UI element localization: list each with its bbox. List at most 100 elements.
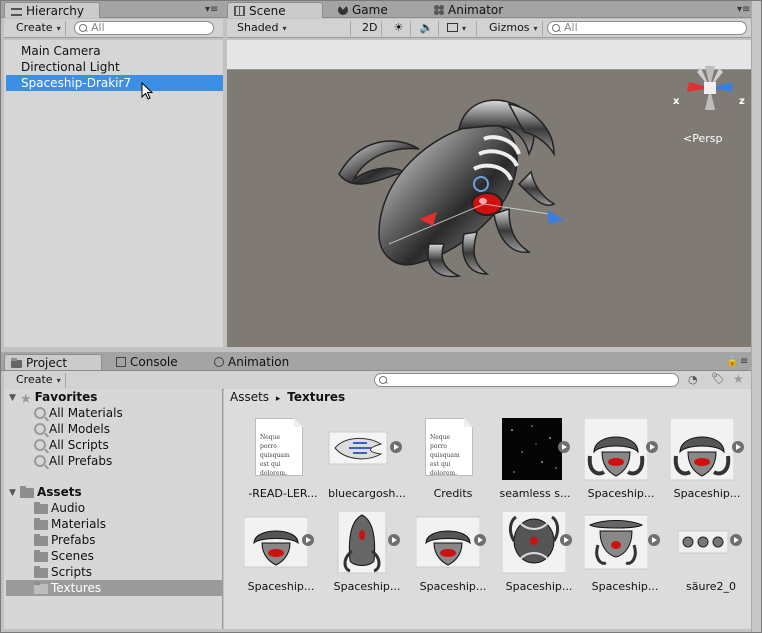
tab-console-label: Console (130, 355, 178, 369)
console-icon (116, 357, 126, 367)
play-preview-icon[interactable] (646, 441, 658, 453)
search-by-type-icon[interactable]: ◔ (688, 373, 698, 386)
tree-folder-materials[interactable]: Materials (34, 516, 106, 532)
hierarchy-toolbar: Create All (4, 19, 223, 38)
search-icon (34, 407, 46, 419)
expand-triangle-icon[interactable]: ▼ (9, 488, 16, 498)
play-preview-icon[interactable] (388, 534, 400, 546)
asset-item[interactable]: Spaceship... (494, 511, 574, 599)
tab-console[interactable]: Console (110, 354, 184, 370)
asset-label: Spaceship... (587, 487, 655, 500)
tab-animation[interactable]: Animation (208, 354, 295, 370)
list-icon (11, 8, 22, 16)
animator-icon (434, 5, 444, 15)
text-document-icon: Neque porro quisquam est qui dolorem. (255, 418, 303, 477)
breadcrumb-separator: ▸ (275, 394, 281, 404)
project-tabbar: Project Console Animation 🔒 ≡ (0, 352, 751, 371)
spaceship-round-texture-icon (502, 511, 566, 574)
asset-item[interactable]: Neque porro quisquam est qui dolorem. Cr… (408, 418, 488, 506)
tab-scene-label: Scene (249, 4, 286, 18)
starfield-texture-icon (502, 418, 562, 480)
folder-icon (11, 358, 22, 368)
asset-label: Spaceship... (505, 580, 573, 593)
tab-game[interactable]: Game (332, 2, 394, 18)
tab-scene[interactable]: Scene (227, 2, 323, 18)
play-preview-icon[interactable] (560, 534, 572, 546)
asset-label: seamless s... (499, 487, 571, 500)
tab-project[interactable]: Project (4, 354, 102, 370)
play-preview-icon[interactable] (474, 534, 486, 546)
asset-item[interactable]: Spaceship... (236, 511, 316, 599)
breadcrumb-assets[interactable]: Assets (230, 390, 269, 404)
spaceship-top-texture-icon (337, 511, 387, 574)
gizmo-x-label: x (673, 96, 680, 107)
2d-toggle-button[interactable]: 2D (358, 21, 383, 36)
tree-folder-scenes[interactable]: Scenes (34, 548, 94, 564)
play-preview-icon[interactable] (732, 441, 744, 453)
asset-item[interactable]: Spaceship... (322, 511, 402, 599)
tree-assets[interactable]: Assets (20, 484, 82, 500)
asset-item[interactable]: bluecargosh... (322, 418, 406, 506)
tab-animator[interactable]: Animator (428, 2, 509, 18)
project-create-button[interactable]: Create (12, 373, 66, 388)
tree-item-all-prefabs[interactable]: All Prefabs (34, 453, 112, 469)
asset-item[interactable]: Spaceship... (662, 418, 744, 506)
tree-folder-audio[interactable]: Audio (34, 500, 85, 516)
play-preview-icon[interactable] (730, 534, 742, 546)
asset-label: Spaceship... (673, 487, 741, 500)
effects-dropdown-icon[interactable] (443, 21, 477, 36)
play-preview-icon[interactable] (558, 441, 570, 453)
play-preview-icon[interactable] (648, 534, 660, 546)
lighting-toggle-icon[interactable]: ☀ (387, 21, 411, 36)
projection-toggle[interactable]: <Persp (683, 132, 722, 145)
asset-item[interactable]: Spaceship... (576, 418, 658, 506)
tree-favorites-label: Favorites (34, 390, 98, 404)
tree-folder-scripts[interactable]: Scripts (34, 564, 92, 580)
asset-label: -READ-LER... (248, 487, 318, 500)
asset-item[interactable]: säure2_0 (666, 511, 746, 599)
tree-folder-label: Scenes (51, 549, 94, 563)
audio-toggle-icon[interactable]: 🔈 (415, 21, 439, 36)
grid-icon (234, 6, 245, 16)
asset-label: bluecargosh... (328, 487, 406, 500)
tree-item-all-models[interactable]: All Models (34, 421, 110, 437)
play-preview-icon[interactable] (390, 441, 402, 453)
scene-search-input[interactable]: All (547, 21, 747, 35)
expand-triangle-icon[interactable]: ▼ (9, 393, 16, 403)
tree-item-all-scripts[interactable]: All Scripts (34, 437, 109, 453)
panel-menu-icon[interactable]: ▾≡ (737, 4, 750, 15)
tree-folder-textures-selected[interactable]: Textures (6, 580, 222, 596)
hierarchy-item[interactable]: Directional Light (6, 59, 223, 75)
spaceship-texture-icon (584, 418, 648, 481)
image-icon (447, 23, 458, 32)
tree-folder-prefabs[interactable]: Prefabs (34, 532, 96, 548)
window-scrollbar[interactable] (751, 0, 762, 633)
hierarchy-item[interactable]: Main Camera (6, 43, 223, 59)
tab-hierarchy[interactable]: Hierarchy (4, 2, 100, 18)
favorite-star-icon[interactable]: ★ (733, 372, 744, 386)
search-by-label-icon[interactable]: 🏷 (711, 372, 725, 385)
shading-mode-dropdown[interactable]: Shaded (233, 21, 351, 36)
asset-item[interactable]: seamless s... (490, 418, 570, 506)
lock-icon[interactable]: 🔒 (726, 356, 738, 367)
spaceship-model[interactable] (319, 84, 589, 284)
orientation-gizmo-icon[interactable] (675, 58, 745, 118)
asset-item[interactable]: Spaceship... (408, 511, 488, 599)
asset-item[interactable]: Neque porro quisquam est qui dolorem. -R… (238, 418, 318, 506)
scene-viewport[interactable]: x z <Persp (227, 66, 751, 347)
project-search-input[interactable] (374, 373, 679, 387)
tree-favorites[interactable]: ★ Favorites (20, 389, 98, 407)
tree-item-label: All Prefabs (49, 454, 113, 468)
hierarchy-create-button[interactable]: Create (12, 21, 66, 36)
tree-item-all-materials[interactable]: All Materials (34, 405, 123, 421)
tree-folder-label: Textures (51, 581, 102, 595)
hierarchy-search-input[interactable]: All (74, 21, 214, 35)
panel-menu-icon[interactable]: ▾≡ (205, 4, 218, 15)
spaceship-texture-icon (244, 516, 308, 568)
asset-item[interactable]: Spaceship... (580, 511, 660, 599)
doc-preview-text: Neque porro quisquam est qui dolorem. (430, 434, 460, 477)
hierarchy-item-selected[interactable]: Spaceship-Drakir7 (6, 75, 223, 91)
panel-menu-icon[interactable]: ≡ (740, 356, 748, 367)
gizmos-dropdown[interactable]: Gizmos (485, 21, 543, 36)
play-preview-icon[interactable] (302, 534, 314, 546)
